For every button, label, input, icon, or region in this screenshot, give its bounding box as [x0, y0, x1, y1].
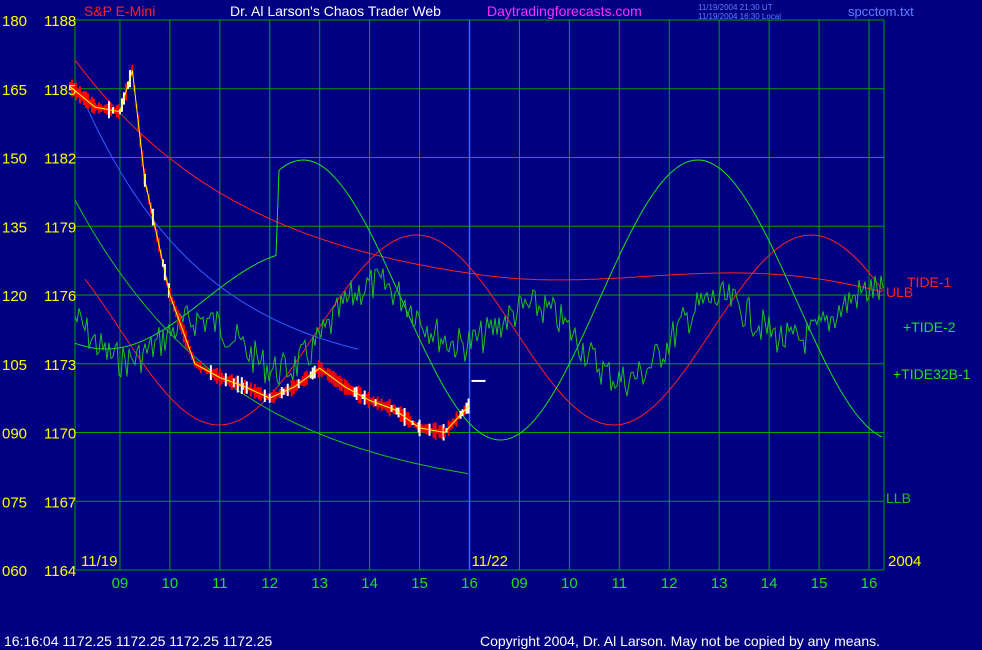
copyright-notice: Copyright 2004, Dr. Al Larson. May not b…: [480, 633, 880, 649]
y-label-outer: 105: [2, 357, 27, 374]
y-label-price: 1188: [44, 13, 76, 30]
y-label-price: 1164: [44, 563, 76, 580]
x-hour-label: 10: [561, 575, 578, 592]
x-hour-label: 14: [361, 575, 378, 592]
y-label-price: 1182: [44, 151, 76, 168]
y-label-outer: 090: [2, 426, 27, 443]
x-hour-label: 15: [411, 575, 428, 592]
series-label: TIDE-1: [907, 274, 952, 290]
x-hour-label: 16: [861, 575, 878, 592]
y-label-price: 1170: [44, 426, 76, 443]
stamp-local: 11/19/2004 16:30 Local: [698, 12, 781, 21]
x-hour-label: 12: [261, 575, 278, 592]
x-hour-label: 13: [711, 575, 728, 592]
stamp-utc: 11/19/2004 21:30 UT: [698, 3, 773, 12]
y-label-outer: 060: [2, 563, 27, 580]
x-hour-label: 11: [212, 575, 228, 592]
y-label-price: 1176: [44, 288, 76, 305]
instrument-title: S&P E-Mini: [84, 3, 155, 19]
x-hour-label: 16: [461, 575, 478, 592]
y-label-outer: 075: [2, 494, 27, 511]
x-hour-label: 10: [162, 575, 179, 592]
x-hour-label: 09: [112, 575, 129, 592]
series-label: LLB: [886, 490, 911, 506]
x-day-label: 2004: [888, 553, 921, 570]
site-link[interactable]: Daytradingforecasts.com: [487, 3, 642, 19]
y-label-outer: 120: [2, 288, 27, 305]
x-hour-label: 13: [311, 575, 328, 592]
data-file-name: spcctom.txt: [848, 4, 914, 19]
x-hour-label: 15: [811, 575, 828, 592]
series-label: +TIDE32B-1: [893, 366, 971, 382]
x-hour-label: 12: [661, 575, 678, 592]
chart-title: Dr. Al Larson's Chaos Trader Web: [230, 3, 441, 19]
y-label-outer: 165: [2, 82, 27, 99]
x-hour-label: 14: [761, 575, 778, 592]
y-label-price: 1167: [44, 494, 76, 511]
y-label-price: 1185: [44, 82, 76, 99]
y-label-price: 1173: [44, 357, 76, 374]
y-label-outer: 150: [2, 151, 27, 168]
y-label-outer: 135: [2, 219, 27, 236]
x-day-label: 11/19: [81, 553, 117, 570]
x-day-label: 11/22: [472, 553, 508, 570]
x-hour-label: 09: [511, 575, 528, 592]
series-label: +TIDE-2: [903, 319, 956, 335]
quote-readout: 16:16:04 1172.25 1172.25 1172.25 1172.25: [4, 633, 273, 649]
chart-canvas: S&P E-Mini Dr. Al Larson's Chaos Trader …: [0, 0, 982, 650]
series-label: ULB: [886, 284, 913, 300]
y-label-price: 1179: [44, 219, 76, 236]
y-label-outer: 180: [2, 13, 27, 30]
x-hour-label: 11: [612, 575, 628, 592]
